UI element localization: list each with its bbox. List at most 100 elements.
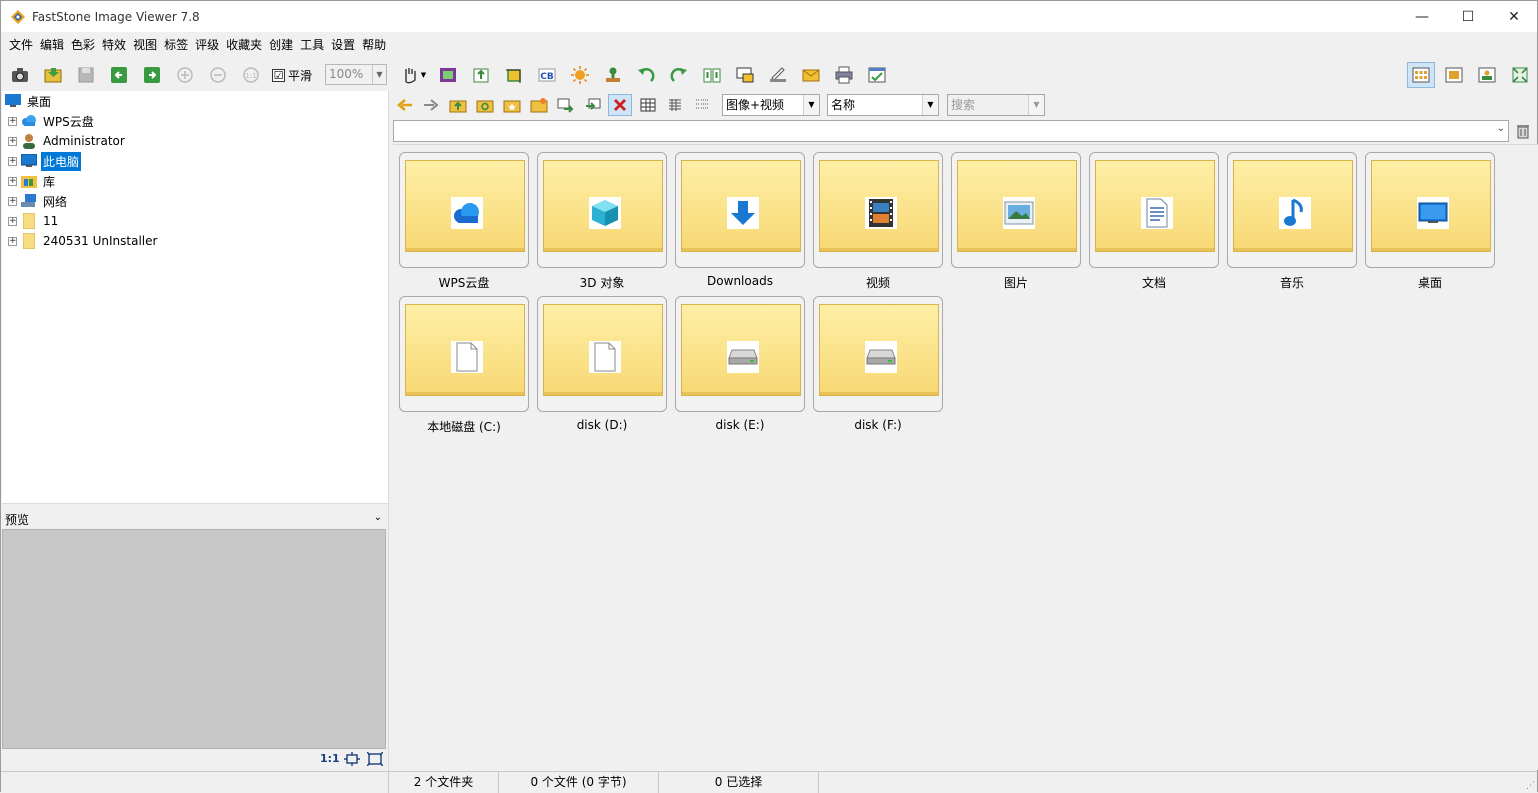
menu-tools[interactable]: 工具 — [297, 35, 327, 55]
menu-edit[interactable]: 编辑 — [37, 35, 67, 55]
menu-rating[interactable]: 评级 — [192, 35, 222, 55]
preview-view-button[interactable] — [1440, 62, 1468, 88]
main-splitter[interactable] — [388, 91, 392, 771]
thumbnail-item[interactable]: 桌面 — [1365, 152, 1495, 296]
thumbnail-item[interactable]: 3D 对象 — [537, 152, 667, 296]
favorite-folder-icon — [503, 100, 521, 113]
next-button[interactable] — [139, 63, 165, 87]
color-balance-button[interactable]: CB — [534, 63, 560, 87]
actual-size-link[interactable]: 1:1 — [320, 752, 340, 765]
thumbnail-item[interactable]: 音乐 — [1227, 152, 1357, 296]
expand-icon[interactable]: + — [8, 196, 17, 206]
menu-color[interactable]: 色彩 — [68, 35, 98, 55]
tree-item-wps-cloud[interactable]: + WPS云盘 — [8, 111, 96, 131]
open-button[interactable] — [40, 63, 66, 87]
menu-favorites[interactable]: 收藏夹 — [223, 35, 265, 55]
slideshow-button[interactable] — [435, 63, 461, 87]
rotate-right-button[interactable] — [666, 63, 692, 87]
sort-select[interactable]: 名称 ▼ — [827, 94, 939, 116]
menu-effects[interactable]: 特效 — [99, 35, 129, 55]
thumbnail-item[interactable]: disk (E:) — [675, 296, 805, 440]
batch-button[interactable] — [864, 63, 890, 87]
screen-capture-button[interactable] — [732, 63, 758, 87]
browser-view-button[interactable] — [1473, 62, 1501, 88]
expand-icon[interactable]: + — [8, 136, 17, 146]
thumbnail-item[interactable]: 图片 — [951, 152, 1081, 296]
resize-grip-icon[interactable]: ⋰ — [1526, 781, 1535, 791]
forward-button[interactable] — [419, 94, 443, 116]
thumbnail-item[interactable]: 文档 — [1089, 152, 1219, 296]
menu-create[interactable]: 创建 — [266, 35, 296, 55]
close-button[interactable]: ✕ — [1491, 1, 1537, 32]
minimize-button[interactable]: — — [1399, 1, 1445, 32]
zoom-out-button[interactable] — [205, 63, 231, 87]
tree-item-library[interactable]: + 库 — [8, 171, 57, 191]
move-to-button[interactable] — [581, 94, 605, 116]
grid-view-button[interactable] — [636, 94, 660, 116]
menu-file[interactable]: 文件 — [6, 35, 36, 55]
thumbnails-view-button[interactable] — [1407, 62, 1435, 88]
thumbnail-item[interactable]: 视频 — [813, 152, 943, 296]
refresh-button[interactable] — [473, 94, 497, 116]
chevron-down-icon[interactable]: ⌄ — [1497, 123, 1505, 134]
menu-help[interactable]: 帮助 — [359, 35, 389, 55]
tree-item-desktop[interactable]: 桌面 — [5, 91, 53, 111]
expand-icon[interactable]: + — [8, 176, 17, 186]
expand-icon[interactable]: + — [8, 216, 17, 226]
path-input[interactable]: ⌄ — [393, 120, 1509, 142]
export-button[interactable] — [468, 63, 494, 87]
actual-size-button[interactable]: 1:1 — [238, 63, 264, 87]
fit-window-icon[interactable] — [344, 752, 360, 766]
full-preview-icon[interactable] — [367, 752, 383, 766]
recycle-bin-button[interactable] — [1513, 121, 1533, 141]
thumbnail-item[interactable]: 本地磁盘 (C:) — [399, 296, 529, 440]
thumbnail-item[interactable]: WPS云盘 — [399, 152, 529, 296]
favorites-button[interactable] — [500, 94, 524, 116]
maximize-button[interactable]: ☐ — [1445, 1, 1491, 32]
menu-settings[interactable]: 设置 — [328, 35, 358, 55]
list-view-button[interactable] — [663, 94, 687, 116]
back-button[interactable] — [393, 94, 417, 116]
new-folder-button[interactable] — [527, 94, 551, 116]
copy-to-button[interactable] — [554, 94, 578, 116]
save-button[interactable] — [73, 63, 99, 87]
tree-item-this-pc[interactable]: + 此电脑 — [8, 151, 82, 171]
stamp-button[interactable] — [600, 63, 626, 87]
crop-button[interactable] — [501, 63, 527, 87]
menu-tags[interactable]: 标签 — [161, 35, 191, 55]
tree-item-administrator[interactable]: + Administrator — [8, 131, 127, 151]
expand-icon[interactable]: + — [8, 116, 17, 126]
print-button[interactable] — [831, 63, 857, 87]
rotate-left-button[interactable] — [633, 63, 659, 87]
brightness-button[interactable] — [567, 63, 593, 87]
details-view-button[interactable] — [690, 94, 714, 116]
thumbnail-item[interactable]: disk (F:) — [813, 296, 943, 440]
up-folder-button[interactable] — [446, 94, 470, 116]
collapse-chevron-icon[interactable]: ⌄ — [374, 512, 382, 523]
zoom-select[interactable]: 100% ▼ — [325, 64, 387, 85]
delete-button[interactable] — [608, 94, 632, 116]
fullscreen-button[interactable] — [1506, 62, 1534, 88]
compare-button[interactable] — [699, 63, 725, 87]
hand-tool-button[interactable]: ▼ — [397, 63, 429, 87]
zoom-in-button[interactable] — [172, 63, 198, 87]
search-input[interactable]: 搜索 ▼ — [947, 94, 1045, 116]
tree-item-uninstaller[interactable]: + 240531 UnInstaller — [8, 231, 159, 251]
chevron-down-icon: ▼ — [1028, 95, 1044, 115]
thumbnail-item[interactable]: Downloads — [675, 152, 805, 296]
tree-item-11[interactable]: + 11 — [8, 211, 60, 231]
thumbnail-frame — [813, 152, 943, 268]
email-button[interactable] — [798, 63, 824, 87]
menu-view[interactable]: 视图 — [130, 35, 160, 55]
acquire-button[interactable] — [7, 63, 33, 87]
scanner-button[interactable] — [765, 63, 791, 87]
expand-icon[interactable]: + — [8, 156, 17, 166]
file-filter-select[interactable]: 图像+视频 ▼ — [722, 94, 820, 116]
smooth-toggle[interactable]: ☑ 平滑 — [272, 67, 312, 84]
expand-icon[interactable]: + — [8, 236, 17, 246]
thumbnail-frame — [675, 152, 805, 268]
previous-button[interactable] — [106, 63, 132, 87]
smooth-checkbox[interactable]: ☑ — [272, 69, 285, 82]
tree-item-network[interactable]: + 网络 — [8, 191, 69, 211]
thumbnail-item[interactable]: disk (D:) — [537, 296, 667, 440]
